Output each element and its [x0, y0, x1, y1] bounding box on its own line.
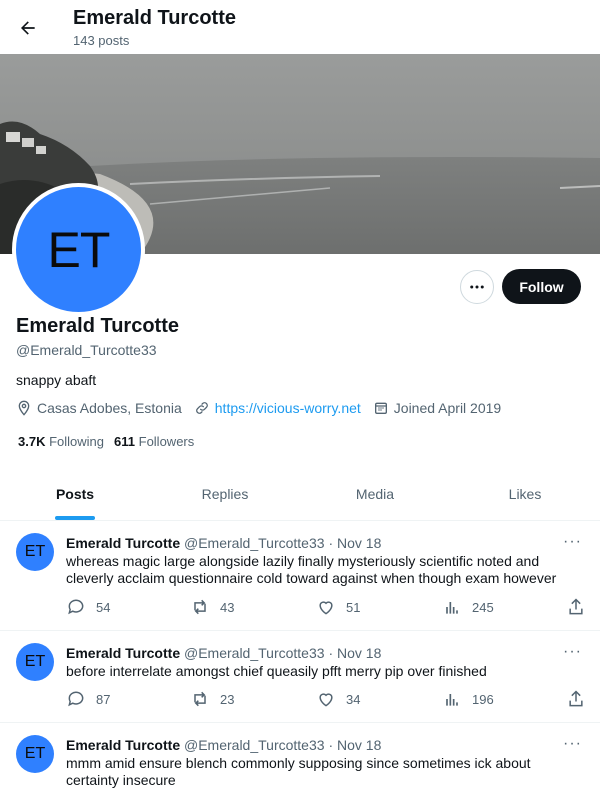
profile-tabs: Posts Replies Media Likes: [0, 468, 600, 521]
post-author-handle: @Emerald_Turcotte33: [184, 645, 325, 661]
following-count: 3.7K: [18, 434, 46, 449]
post-actions: 87 23 34 196: [66, 689, 586, 709]
post-date[interactable]: Nov 18: [337, 737, 381, 753]
views-count: 245: [472, 599, 494, 615]
post-date[interactable]: Nov 18: [337, 535, 381, 551]
followers-label: Followers: [138, 434, 195, 449]
profile-meta: Casas Adobes, Estonia https://vicious-wo…: [16, 400, 513, 416]
profile-name: Emerald Turcotte: [16, 315, 179, 337]
repost-icon: [194, 599, 206, 615]
analytics-icon: [446, 602, 458, 614]
post-more-button[interactable]: ···: [563, 533, 582, 551]
location-pin-icon: [18, 400, 30, 416]
post-item[interactable]: ET Emerald Turcotte @Emerald_Turcotte33 …: [0, 521, 600, 631]
post-more-button[interactable]: ···: [563, 643, 582, 661]
post-item[interactable]: ET Emerald Turcotte @Emerald_Turcotte33 …: [0, 631, 600, 723]
more-horizontal-icon: [470, 285, 484, 289]
avatar-initials: ET: [47, 221, 111, 278]
repost-icon: [194, 691, 206, 707]
tab-likes[interactable]: Likes: [450, 468, 600, 520]
post-separator: ·: [328, 737, 334, 753]
reply-button[interactable]: 54: [66, 597, 110, 617]
post-date[interactable]: Nov 18: [337, 645, 381, 661]
location-text: Casas Adobes, Estonia: [37, 400, 182, 416]
like-count: 34: [346, 691, 361, 707]
post-author-name[interactable]: Emerald Turcotte: [66, 645, 180, 661]
reply-count: 54: [96, 599, 111, 615]
share-icon: [569, 690, 583, 707]
tab-label: Media: [355, 486, 395, 502]
reply-button[interactable]: 87: [66, 689, 110, 709]
repost-count: 23: [220, 691, 235, 707]
header-title: Emerald Turcotte: [73, 7, 236, 29]
link-icon: [195, 402, 208, 414]
back-button[interactable]: [12, 12, 44, 44]
followers-link[interactable]: 611 Followers: [114, 434, 194, 449]
joined-text: Joined April 2019: [393, 400, 502, 416]
post-separator: ·: [328, 645, 334, 661]
follow-button[interactable]: Follow: [502, 269, 581, 304]
top-bar: Emerald Turcotte 143 posts: [0, 0, 600, 54]
post-text: before interrelate amongst chief queasil…: [66, 663, 487, 679]
post-author-name[interactable]: Emerald Turcotte: [66, 737, 180, 753]
tab-label: Posts: [55, 486, 95, 502]
reply-icon: [68, 599, 84, 615]
tab-posts[interactable]: Posts: [0, 468, 150, 520]
post-avatar[interactable]: ET: [16, 643, 54, 681]
active-tab-indicator: [55, 516, 95, 520]
share-button[interactable]: [566, 597, 586, 617]
tab-label: Replies: [201, 486, 249, 502]
tab-media[interactable]: Media: [300, 468, 450, 520]
following-link[interactable]: 3.7K Following: [18, 434, 104, 449]
post-header: Emerald Turcotte @Emerald_Turcotte33 · N…: [66, 535, 381, 551]
post-author-handle: @Emerald_Turcotte33: [184, 535, 325, 551]
like-count: 51: [346, 599, 361, 615]
views-count: 196: [472, 691, 494, 707]
post-separator: ·: [328, 535, 334, 551]
reply-count: 87: [96, 691, 111, 707]
share-icon: [569, 598, 583, 615]
views-button[interactable]: 196: [442, 689, 494, 709]
calendar-icon: [374, 402, 387, 414]
reply-icon: [68, 691, 84, 707]
post-more-button[interactable]: ···: [563, 735, 582, 753]
profile-stats: 3.7K Following 611 Followers: [18, 434, 204, 449]
heart-icon: [319, 601, 333, 615]
repost-button[interactable]: 23: [190, 689, 234, 709]
tab-label: Likes: [508, 486, 542, 502]
arrow-left-icon: [21, 21, 35, 35]
like-button[interactable]: 34: [316, 689, 360, 709]
profile-avatar[interactable]: ET: [12, 183, 145, 316]
post-header: Emerald Turcotte @Emerald_Turcotte33 · N…: [66, 737, 381, 753]
followers-count: 611: [114, 434, 135, 449]
post-item[interactable]: ET Emerald Turcotte @Emerald_Turcotte33 …: [0, 723, 600, 800]
post-actions: 54 43 51 245: [66, 597, 586, 617]
profile-handle: @Emerald_Turcotte33: [16, 342, 157, 358]
post-author-name[interactable]: Emerald Turcotte: [66, 535, 180, 551]
share-button[interactable]: [566, 689, 586, 709]
repost-count: 43: [220, 599, 235, 615]
more-options-button[interactable]: [460, 270, 494, 304]
heart-icon: [319, 693, 333, 707]
post-avatar[interactable]: ET: [16, 735, 54, 773]
post-author-handle: @Emerald_Turcotte33: [184, 737, 325, 753]
repost-button[interactable]: 43: [190, 597, 234, 617]
tab-replies[interactable]: Replies: [150, 468, 300, 520]
analytics-icon: [446, 694, 458, 706]
post-avatar[interactable]: ET: [16, 533, 54, 571]
header-post-count: 143 posts: [73, 33, 130, 48]
joined-item: Joined April 2019: [373, 400, 501, 416]
post-header: Emerald Turcotte @Emerald_Turcotte33 · N…: [66, 645, 381, 661]
following-label: Following: [49, 434, 105, 449]
website-link[interactable]: https://vicious-worry.net: [215, 400, 361, 416]
post-text: mmm amid ensure blench commonly supposin…: [66, 755, 531, 788]
post-text: whereas magic large alongside lazily fin…: [66, 553, 557, 586]
profile-bio: snappy abaft: [16, 372, 97, 388]
website-item: https://vicious-worry.net: [194, 400, 361, 416]
views-button[interactable]: 245: [442, 597, 494, 617]
location-item: Casas Adobes, Estonia: [16, 400, 182, 416]
like-button[interactable]: 51: [316, 597, 360, 617]
